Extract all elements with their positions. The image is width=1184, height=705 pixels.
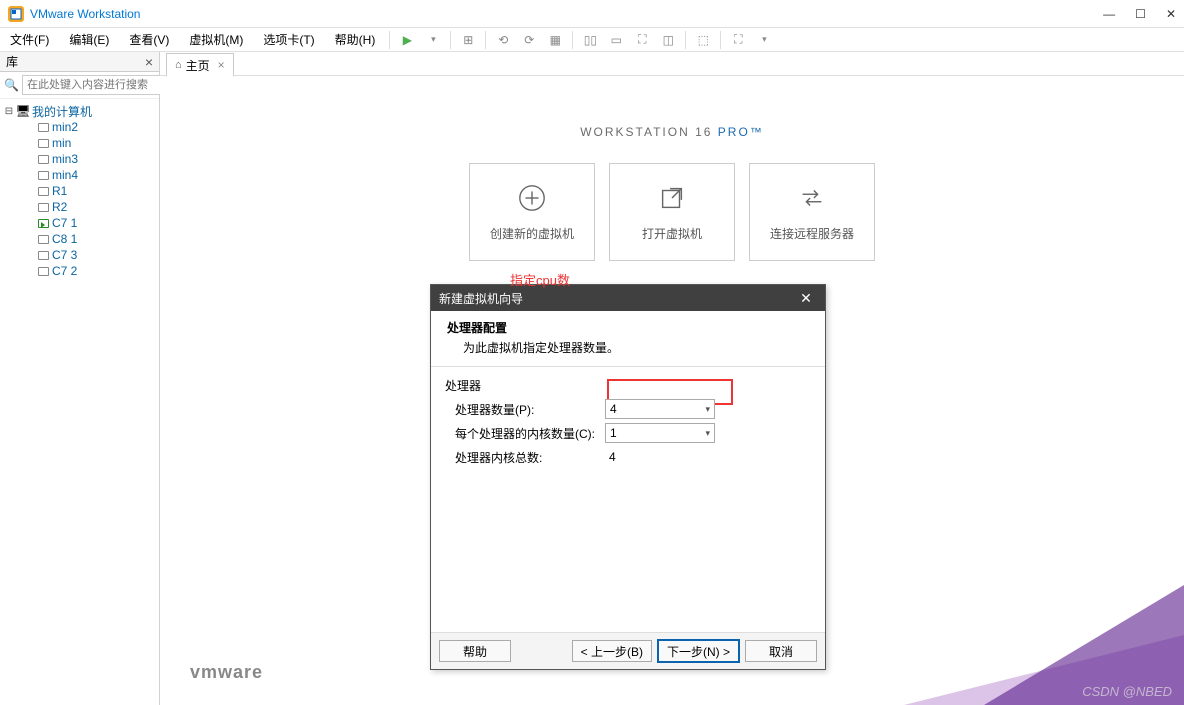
library-search-input[interactable] [22,75,174,95]
dialog-close-icon[interactable]: ✕ [795,290,817,307]
vm-icon [38,251,49,260]
view-icon-2[interactable]: ▭ [605,31,627,49]
unity-icon[interactable]: ◫ [657,31,679,49]
snapshot-icon[interactable]: ⟲ [492,31,514,49]
library-tree: ⊟ 🖥 我的计算机 min2 min min3 min4 R1 R2 C7 1 … [0,99,159,283]
tab-label: 主页 [186,57,210,74]
plus-circle-icon [517,183,547,213]
dialog-subheading: 为此虚拟机指定处理器数量。 [463,339,809,356]
tree-root[interactable]: ⊟ 🖥 我的计算机 [2,103,157,119]
search-icon: 🔍 [4,78,19,92]
menu-view[interactable]: 查看(V) [119,27,179,52]
toolbar-icon-5[interactable]: ⬚ [692,31,714,49]
vm-icon [38,203,49,212]
maximize-button[interactable]: ☐ [1135,7,1146,21]
hero-title-suffix: PRO™ [718,125,764,139]
total-cores-label: 处理器内核总数: [455,449,605,466]
close-button[interactable]: ✕ [1166,7,1176,21]
tree-vm-active[interactable]: C7 1 [2,215,157,231]
play-dropdown-icon[interactable]: ▾ [422,31,444,49]
toolbar-dropdown-icon[interactable]: ▾ [753,31,775,49]
tree-vm[interactable]: min4 [2,167,157,183]
next-button[interactable]: 下一步(N) > [658,640,739,662]
content-area: ⌂ 主页 × WORKSTATION 16 PRO™ 创建新的虚拟机 打开虚拟机 [160,52,1184,705]
snapshot-icon-2[interactable]: ⟳ [518,31,540,49]
vm-icon [38,171,49,180]
chevron-down-icon: ▾ [705,428,710,439]
watermark: CSDN @NBED [1082,684,1172,699]
processor-group-label: 处理器 [445,377,811,394]
tree-vm[interactable]: min3 [2,151,157,167]
library-sidebar: 库 × 🔍 ▾ ⊟ 🖥 我的计算机 min2 min min3 min4 R1 … [0,52,160,705]
back-button[interactable]: < 上一步(B) [572,640,652,662]
vm-icon [38,235,49,244]
title-bar: VMware Workstation — ☐ ✕ [0,0,1184,28]
vmware-logo: vmware [190,662,263,683]
cancel-button[interactable]: 取消 [745,640,817,662]
toolbar-icon-6[interactable]: ⛶ [727,31,749,49]
library-close-icon[interactable]: × [145,54,153,70]
menu-tabs[interactable]: 选项卡(T) [253,27,324,52]
processor-count-combo[interactable]: 4 ▾ [605,399,715,419]
help-button[interactable]: 帮助 [439,640,511,662]
card-connect-server[interactable]: 连接远程服务器 [749,163,875,261]
processor-count-label: 处理器数量(P): [455,401,605,418]
home-icon: ⌂ [175,59,182,71]
app-logo-icon [8,6,24,22]
computer-icon: 🖥 [17,105,29,117]
vm-icon [38,187,49,196]
toolbar-icon-1[interactable]: ⊞ [457,31,479,49]
menu-bar: 文件(F) 编辑(E) 查看(V) 虚拟机(M) 选项卡(T) 帮助(H) ▶ … [0,28,1184,52]
vm-running-icon [38,219,49,228]
fullscreen-icon[interactable]: ⛶ [631,31,653,49]
vm-icon [38,139,49,148]
card-open-vm[interactable]: 打开虚拟机 [609,163,735,261]
hero-title-prefix: WORKSTATION 16 [580,125,718,139]
card-create-vm[interactable]: 创建新的虚拟机 [469,163,595,261]
vm-icon [38,123,49,132]
library-label: 库 [6,53,18,70]
app-title: VMware Workstation [30,7,140,21]
view-icon-1[interactable]: ▯▯ [579,31,601,49]
tab-close-icon[interactable]: × [218,58,225,72]
menu-edit[interactable]: 编辑(E) [59,27,119,52]
cores-per-proc-label: 每个处理器的内核数量(C): [455,425,605,442]
tab-home[interactable]: ⌂ 主页 × [166,53,234,77]
vm-icon [38,155,49,164]
snapshot-manage-icon[interactable]: ▦ [544,31,566,49]
chevron-down-icon: ▾ [705,404,710,415]
menu-help[interactable]: 帮助(H) [325,27,386,52]
new-vm-wizard-dialog: 新建虚拟机向导 ✕ 处理器配置 为此虚拟机指定处理器数量。 处理器 处理器数量(… [430,284,826,670]
menu-file[interactable]: 文件(F) [0,27,59,52]
collapse-icon[interactable]: ⊟ [4,106,14,117]
hero: WORKSTATION 16 PRO™ 创建新的虚拟机 打开虚拟机 连接远程服务… [160,112,1184,261]
dialog-heading: 处理器配置 [447,319,809,336]
tree-vm[interactable]: R1 [2,183,157,199]
total-cores-value: 4 [605,450,616,464]
menu-vm[interactable]: 虚拟机(M) [179,27,253,52]
play-icon[interactable]: ▶ [396,31,418,49]
tree-vm[interactable]: C8 1 [2,231,157,247]
vm-icon [38,267,49,276]
tree-vm[interactable]: min [2,135,157,151]
dialog-title: 新建虚拟机向导 [439,290,523,307]
minimize-button[interactable]: — [1103,7,1115,21]
tree-vm[interactable]: R2 [2,199,157,215]
cores-per-proc-combo[interactable]: 1 ▾ [605,423,715,443]
tree-vm[interactable]: C7 2 [2,263,157,279]
open-icon [657,183,687,213]
tree-vm[interactable]: C7 3 [2,247,157,263]
connect-icon [797,183,827,213]
tree-vm[interactable]: min2 [2,119,157,135]
